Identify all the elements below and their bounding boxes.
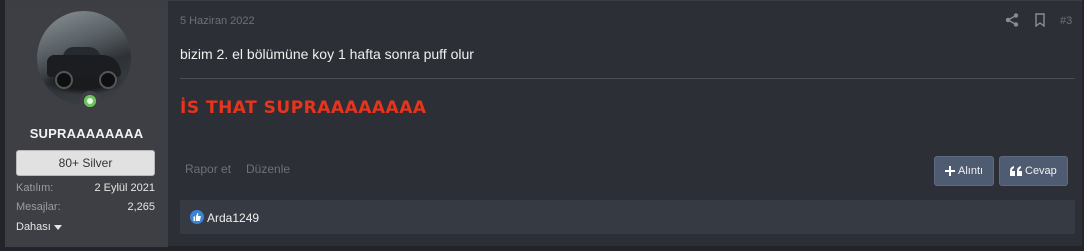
reactions-bar: Arda1249 xyxy=(180,200,1075,234)
quote-icon xyxy=(1010,166,1022,177)
chevron-down-icon xyxy=(53,224,62,230)
reply-button-label: Cevap xyxy=(1025,165,1057,177)
posts-label: Mesajlar: xyxy=(16,201,61,213)
plus-icon xyxy=(945,166,955,177)
edit-link[interactable]: Düzenle xyxy=(246,162,290,176)
posts-value[interactable]: 2,265 xyxy=(127,201,155,213)
joined-label: Katılım: xyxy=(16,182,54,194)
reply-button[interactable]: Cevap xyxy=(999,156,1068,186)
user-rank-badge: 80+ Silver xyxy=(16,150,155,176)
quote-button-label: Alıntı xyxy=(958,165,984,177)
post-date[interactable]: 5 Haziran 2022 xyxy=(180,15,255,27)
divider xyxy=(180,78,1075,79)
post-number[interactable]: #3 xyxy=(1060,15,1072,27)
post-container: SUPRAAAAAAAA 80+ Silver Katılım: 2 Eylül… xyxy=(5,0,1082,247)
quote-button[interactable]: Alıntı xyxy=(934,156,995,186)
username[interactable]: SUPRAAAAAAAA xyxy=(5,126,168,141)
avatar[interactable] xyxy=(37,11,131,105)
report-link[interactable]: Rapor et xyxy=(185,162,231,176)
more-toggle[interactable]: Dahası xyxy=(16,221,62,233)
joined-value: 2 Eylül 2021 xyxy=(94,182,155,194)
post-highlight-text: İS THAT SUPRAAAAAAAA xyxy=(180,98,427,118)
share-icon[interactable] xyxy=(1005,13,1019,27)
user-panel: SUPRAAAAAAAA 80+ Silver Katılım: 2 Eylül… xyxy=(5,1,168,247)
reaction-users[interactable]: Arda1249 xyxy=(207,211,259,225)
like-icon xyxy=(190,210,204,224)
bookmark-icon[interactable] xyxy=(1034,13,1046,27)
more-label: Dahası xyxy=(16,221,51,233)
online-status-icon xyxy=(80,91,100,111)
post-message: bizim 2. el bölümüne koy 1 hafta sonra p… xyxy=(180,46,474,62)
